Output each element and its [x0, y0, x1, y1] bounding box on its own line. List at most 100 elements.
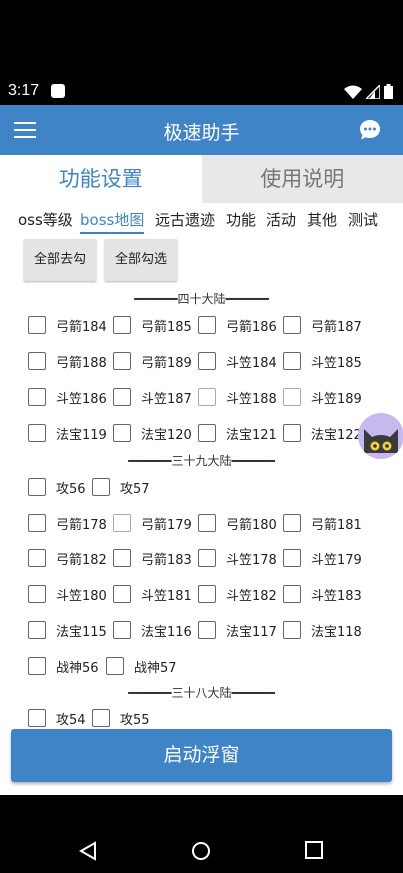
- checkbox[interactable]: [113, 585, 131, 603]
- boss-checkbox-item[interactable]: 法宝120: [113, 421, 192, 445]
- checkbox[interactable]: [113, 549, 131, 567]
- boss-checkbox-item[interactable]: 战神57: [106, 654, 177, 678]
- checkbox-label: 斗笠179: [311, 552, 362, 568]
- boss-checkbox-item[interactable]: 斗笠186: [28, 385, 107, 409]
- boss-checkbox-item[interactable]: 攻54: [28, 706, 86, 730]
- boss-checkbox-item[interactable]: 攻55: [92, 706, 150, 730]
- boss-checkbox-item[interactable]: 斗笠182: [198, 582, 277, 606]
- boss-checkbox-item[interactable]: 弓箭180: [198, 511, 277, 535]
- boss-checkbox-item[interactable]: 弓箭184: [28, 313, 107, 337]
- checkbox[interactable]: [28, 709, 46, 727]
- boss-checkbox-item[interactable]: 弓箭183: [113, 546, 192, 570]
- tab-settings[interactable]: 功能设置: [0, 155, 202, 203]
- boss-checkbox-item[interactable]: 弓箭179: [105, 506, 192, 540]
- back-icon[interactable]: [78, 841, 98, 861]
- checkbox[interactable]: [28, 478, 46, 496]
- home-icon[interactable]: [191, 841, 211, 861]
- checkbox[interactable]: [190, 380, 224, 414]
- checkbox[interactable]: [105, 506, 139, 540]
- boss-checkbox-item[interactable]: 法宝117: [198, 618, 277, 642]
- checkbox[interactable]: [113, 316, 131, 334]
- checkbox[interactable]: [283, 549, 301, 567]
- checkbox[interactable]: [28, 316, 46, 334]
- floating-cat-avatar[interactable]: [358, 413, 403, 459]
- recents-icon[interactable]: [305, 841, 323, 859]
- boss-checkbox-item[interactable]: 法宝121: [198, 421, 277, 445]
- boss-checkbox-item[interactable]: 弓箭186: [198, 313, 277, 337]
- checkbox[interactable]: [28, 388, 46, 406]
- checkbox[interactable]: [198, 549, 216, 567]
- checkbox[interactable]: [283, 352, 301, 370]
- check-all-button[interactable]: 全部勾选: [105, 239, 177, 281]
- subtab-other[interactable]: 其他: [307, 209, 337, 230]
- boss-checkbox-item[interactable]: 斗笠179: [283, 546, 362, 570]
- start-float-window-button[interactable]: 启动浮窗: [11, 729, 392, 782]
- checkbox[interactable]: [113, 352, 131, 370]
- uncheck-all-button[interactable]: 全部去勾: [24, 239, 96, 281]
- checkbox-label: 弓箭181: [311, 517, 362, 533]
- tab-help[interactable]: 使用说明: [201, 155, 403, 203]
- chat-icon[interactable]: [359, 119, 381, 141]
- checkbox[interactable]: [28, 657, 46, 675]
- subtab-boss-map[interactable]: boss地图: [80, 209, 145, 234]
- boss-checkbox-item[interactable]: 斗笠184: [198, 349, 277, 373]
- checkbox[interactable]: [28, 352, 46, 370]
- checkbox[interactable]: [106, 657, 124, 675]
- boss-checkbox-item[interactable]: 法宝115: [28, 618, 107, 642]
- boss-checkbox-item[interactable]: 弓箭178: [28, 511, 107, 535]
- section-header: ━━━━━━三十九大陆━━━━━━: [128, 454, 275, 468]
- checkbox[interactable]: [198, 585, 216, 603]
- boss-checkbox-item[interactable]: 斗笠187: [113, 385, 192, 409]
- subtab-function[interactable]: 功能: [226, 209, 256, 230]
- boss-checkbox-item[interactable]: 战神56: [28, 654, 99, 678]
- boss-checkbox-item[interactable]: 法宝116: [113, 618, 192, 642]
- checkbox[interactable]: [92, 709, 110, 727]
- checkbox[interactable]: [198, 424, 216, 442]
- boss-checkbox-item[interactable]: 斗笠178: [198, 546, 277, 570]
- boss-checkbox-item[interactable]: 斗笠185: [283, 349, 362, 373]
- boss-checkbox-item[interactable]: 斗笠189: [275, 380, 362, 414]
- boss-checkbox-item[interactable]: 斗笠188: [190, 380, 277, 414]
- signal-icon: [366, 84, 380, 99]
- checkbox[interactable]: [283, 585, 301, 603]
- checkbox[interactable]: [283, 424, 301, 442]
- boss-checkbox-item[interactable]: 斗笠183: [283, 582, 362, 606]
- boss-checkbox-item[interactable]: 弓箭182: [28, 546, 107, 570]
- checkbox[interactable]: [283, 621, 301, 639]
- boss-checkbox-item[interactable]: 攻57: [92, 475, 150, 499]
- checkbox[interactable]: [198, 514, 216, 532]
- checkbox[interactable]: [113, 621, 131, 639]
- boss-checkbox-item[interactable]: 弓箭189: [113, 349, 192, 373]
- checkbox[interactable]: [198, 352, 216, 370]
- subtab-ancient-ruins[interactable]: 远古遗迹: [155, 209, 215, 230]
- boss-checkbox-item[interactable]: 弓箭188: [28, 349, 107, 373]
- checkbox[interactable]: [113, 424, 131, 442]
- checkbox-label: 弓箭189: [141, 355, 192, 371]
- boss-checkbox-item[interactable]: 攻56: [28, 475, 86, 499]
- boss-checkbox-item[interactable]: 法宝119: [28, 421, 107, 445]
- status-bar: 3:17: [0, 0, 403, 105]
- boss-checkbox-item[interactable]: 弓箭181: [283, 511, 362, 535]
- checkbox[interactable]: [198, 316, 216, 334]
- checkbox[interactable]: [28, 621, 46, 639]
- checkbox[interactable]: [28, 549, 46, 567]
- checkbox[interactable]: [92, 478, 110, 496]
- checkbox[interactable]: [283, 514, 301, 532]
- subtab-activity[interactable]: 活动: [266, 209, 296, 230]
- checkbox[interactable]: [28, 585, 46, 603]
- checkbox[interactable]: [28, 514, 46, 532]
- checkbox[interactable]: [275, 380, 309, 414]
- boss-checkbox-item[interactable]: 弓箭185: [113, 313, 192, 337]
- subtab-boss-level[interactable]: oss等级: [18, 209, 73, 230]
- checkbox[interactable]: [198, 621, 216, 639]
- boss-checkbox-item[interactable]: 斗笠180: [28, 582, 107, 606]
- checkbox[interactable]: [283, 316, 301, 334]
- subtab-test[interactable]: 测试: [348, 209, 378, 230]
- checkbox[interactable]: [113, 388, 131, 406]
- boss-checkbox-item[interactable]: 弓箭187: [283, 313, 362, 337]
- boss-checkbox-item[interactable]: 斗笠181: [113, 582, 192, 606]
- checkbox-label: 弓箭184: [56, 319, 107, 335]
- boss-checkbox-item[interactable]: 法宝122: [283, 421, 362, 445]
- checkbox[interactable]: [28, 424, 46, 442]
- boss-checkbox-item[interactable]: 法宝118: [283, 618, 362, 642]
